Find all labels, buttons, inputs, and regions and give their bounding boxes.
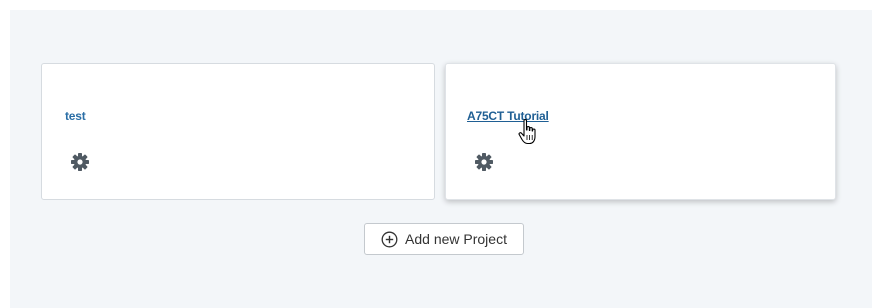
- project-card-test[interactable]: test: [41, 63, 435, 200]
- gear-icon[interactable]: [70, 152, 90, 172]
- project-title-link[interactable]: test: [65, 109, 86, 123]
- add-new-project-label: Add new Project: [405, 231, 507, 247]
- project-title-link[interactable]: A75CT Tutorial: [467, 109, 549, 123]
- add-new-project-button[interactable]: Add new Project: [364, 223, 524, 255]
- project-card-a75ct-tutorial[interactable]: A75CT Tutorial: [445, 63, 836, 200]
- circle-plus-icon: [381, 231, 398, 248]
- gear-icon[interactable]: [474, 152, 494, 172]
